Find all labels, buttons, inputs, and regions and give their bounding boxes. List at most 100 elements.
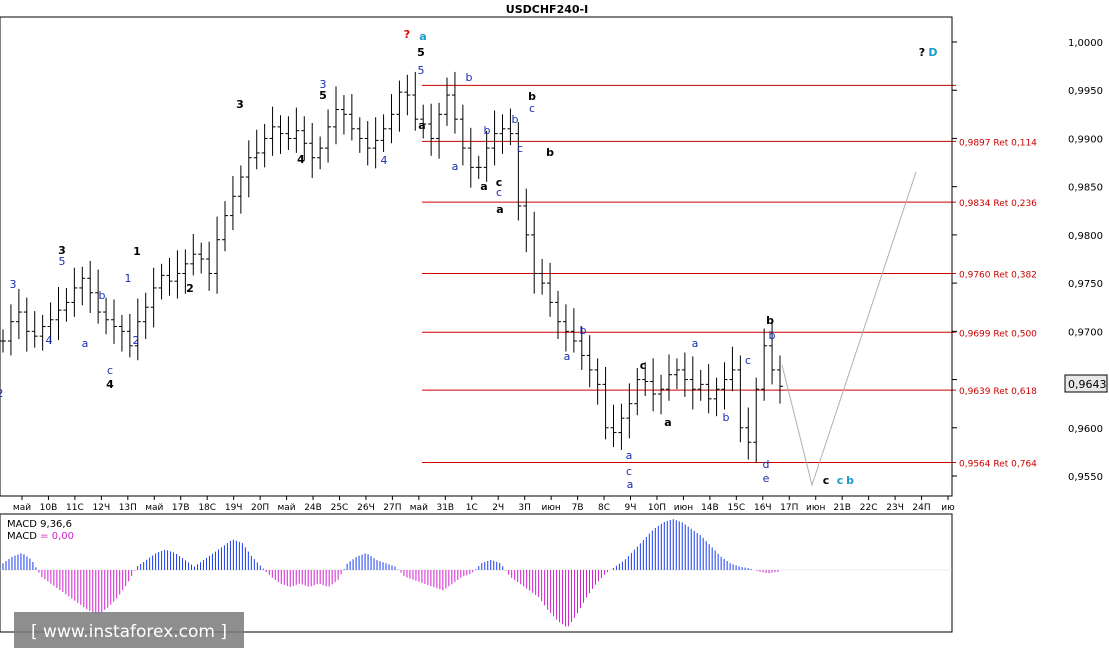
wave-label: ?: [919, 46, 925, 59]
wave-label: b: [723, 411, 730, 424]
time-tick-label: 19Ч: [225, 503, 243, 513]
wave-label: a: [626, 449, 633, 462]
wave-label: 4: [46, 334, 53, 347]
time-axis: май 10В 11С 12Ч 13П май 17В 18С 19Ч 20П май 24В 25С 2…: [13, 496, 955, 513]
time-tick-label: июн: [674, 503, 693, 513]
wave-label: 5: [59, 255, 66, 268]
wave-label: a: [627, 478, 634, 491]
wave-label: d: [763, 458, 770, 471]
time-tick-label: ию: [941, 503, 955, 513]
chart-title: USDCHF240-I: [506, 3, 588, 16]
time-tick-label: 25С: [331, 503, 349, 513]
fib-label: 0,9699 Ret 0,500: [959, 329, 1037, 339]
wave-label: 5: [418, 64, 425, 77]
time-tick-label: 10П: [648, 503, 666, 513]
wave-label: c: [745, 354, 751, 367]
time-tick-label: 8С: [598, 503, 610, 513]
wave-label: a: [452, 160, 459, 173]
wave-label: a: [692, 337, 699, 350]
wave-label: ?: [404, 28, 410, 41]
wave-label: 2: [186, 282, 194, 295]
price-panel: [0, 16, 953, 497]
price-tick-label: 0,9850: [1068, 183, 1103, 194]
price-tick-label: 0,9550: [1068, 472, 1103, 483]
wave-label: a: [496, 203, 503, 216]
fib-label: 0,9639 Ret 0,618: [959, 387, 1037, 397]
watermark-text: [ www.instaforex.com ]: [31, 622, 227, 642]
wave-label: a: [664, 416, 671, 429]
macd-zero-label: MACD = 0,00: [7, 531, 74, 542]
wave-label: 5: [417, 46, 425, 59]
time-tick-label: 2Ч: [492, 503, 504, 513]
wave-label: a: [82, 337, 89, 350]
wave-label: C: [0, 0, 4, 3]
fib-label: 0,9897 Ret 0,114: [959, 138, 1037, 148]
wave-label: b: [769, 329, 776, 342]
price-axis: 1,0000 0,9950 0,9900 0,9850 0,9800 0,9750 0,97…: [951, 17, 1103, 496]
time-tick-label: 24П: [912, 503, 930, 513]
time-tick-label: 17П: [780, 503, 798, 513]
time-tick-label: май: [410, 503, 428, 513]
wave-label: 2: [0, 387, 4, 400]
time-tick-label: май: [277, 503, 295, 513]
wave-label: c: [107, 364, 113, 377]
fib-label: 0,9564 Ret 0,764: [959, 459, 1037, 469]
wave-label: 4: [106, 378, 114, 391]
price-tick-label: 0,9700: [1068, 327, 1103, 338]
time-tick-label: 13П: [119, 503, 137, 513]
wave-label: c: [823, 474, 830, 487]
wave-label: b: [484, 124, 491, 137]
current-price-label: 0,9643: [1068, 378, 1107, 391]
price-tick-label: 0,9800: [1068, 231, 1103, 242]
time-tick-label: 15С: [727, 503, 745, 513]
wave-label: c: [517, 142, 523, 155]
wave-label: 3: [10, 278, 17, 291]
wave-label: b: [512, 113, 519, 126]
time-tick-label: 18С: [198, 503, 216, 513]
wave-label: b: [546, 146, 554, 159]
time-tick-label: май: [145, 503, 163, 513]
wave-label: 1: [133, 245, 141, 258]
wave-label: b: [766, 314, 774, 327]
wave-label: 3: [236, 98, 244, 111]
time-tick-label: 3П: [518, 503, 531, 513]
time-tick-label: 14В: [701, 503, 719, 513]
time-tick-label: 20П: [251, 503, 269, 513]
time-tick-label: 7В: [572, 503, 584, 513]
wave-label: c: [626, 465, 632, 478]
time-tick-label: 31В: [436, 503, 454, 513]
time-tick-label: 21В: [833, 503, 851, 513]
wave-label: 4: [297, 153, 305, 166]
forex-chart: USDCHF240-I 0,9897 Ret 0,114 0,9834 Ret 0…: [0, 0, 1108, 648]
time-tick-label: 12Ч: [93, 503, 111, 513]
wave-label: a: [564, 350, 571, 363]
time-tick-label: 24В: [304, 503, 322, 513]
fib-label: 0,9834 Ret 0,236: [959, 199, 1037, 209]
price-tick-label: 0,9900: [1068, 134, 1103, 145]
price-tick-label: 0,9600: [1068, 424, 1103, 435]
time-tick-label: июн: [806, 503, 825, 513]
time-tick-label: июн: [541, 503, 560, 513]
wave-label: b: [846, 474, 854, 487]
wave-label: 5: [319, 89, 327, 102]
wave-label: c: [837, 474, 844, 487]
time-tick-label: 10В: [40, 503, 58, 513]
time-tick-label: май: [13, 503, 31, 513]
time-tick-label: 16Ч: [754, 503, 772, 513]
wave-label: a: [419, 30, 426, 43]
wave-label: 2: [133, 334, 140, 347]
time-tick-label: 17В: [172, 503, 190, 513]
price-tick-label: 1,0000: [1068, 38, 1103, 49]
wave-label: b: [99, 289, 106, 302]
time-tick-label: 11С: [66, 503, 84, 513]
price-tick-label: 0,9950: [1068, 86, 1103, 97]
wave-label: 1: [125, 272, 132, 285]
wave-label: b: [466, 71, 473, 84]
wave-label: a: [418, 119, 425, 132]
fib-label: 0,9760 Ret 0,382: [959, 270, 1037, 280]
wave-label: c: [640, 359, 647, 372]
wave-label: D: [928, 46, 937, 59]
time-tick-label: 27П: [383, 503, 401, 513]
wave-label: e: [763, 472, 770, 485]
wave-label: a: [480, 180, 487, 193]
